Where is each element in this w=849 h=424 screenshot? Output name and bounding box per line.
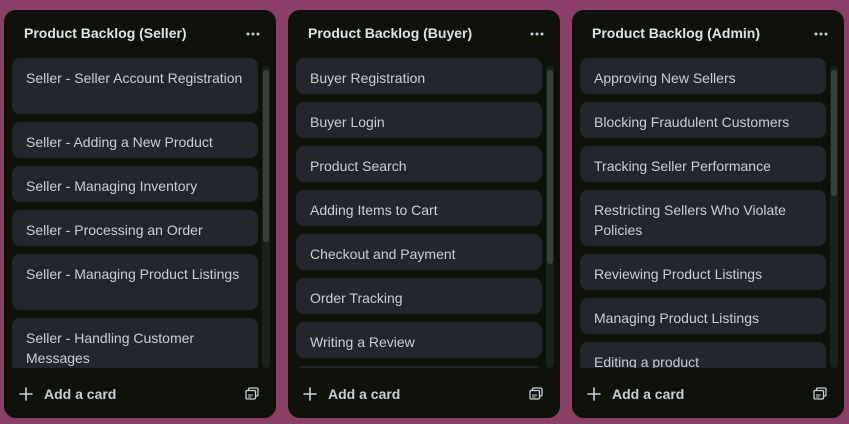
add-card-label: Add a card [328,386,401,402]
list-header: Product Backlog (Buyer) [288,10,560,58]
add-card-button[interactable]: Add a card [18,380,116,408]
card[interactable]: Product Search [296,146,542,182]
list-title[interactable]: Product Backlog (Admin) [592,25,760,41]
list-footer: Add a card [288,370,560,418]
list-title[interactable]: Product Backlog (Seller) [24,25,187,41]
card[interactable]: Restricting Sellers Who Violate Policies [580,190,826,246]
card[interactable]: Editing a product [580,342,826,368]
more-horizontal-icon[interactable] [524,22,550,46]
list-product-backlog-admin: Product Backlog (Admin) Approving New Se… [572,10,844,418]
card[interactable]: Approving New Sellers [580,58,826,94]
scrollbar-thumb[interactable] [831,70,837,196]
scrollbar[interactable] [830,66,838,368]
list-title[interactable]: Product Backlog (Buyer) [308,25,472,41]
card[interactable]: Seller - Processing an Order [12,210,258,246]
scrollbar[interactable] [546,66,554,368]
add-card-button[interactable]: Add a card [302,380,400,408]
add-card-label: Add a card [44,386,117,402]
card-template-icon[interactable] [526,384,546,404]
card[interactable]: Seller - Managing Inventory [12,166,258,202]
card-template-icon[interactable] [810,384,830,404]
cards-container: Seller - Seller Account Registration Sel… [4,58,276,368]
card-template-icon[interactable] [242,384,262,404]
card[interactable]: Blocking Fraudulent Customers [580,102,826,138]
card[interactable]: Seller - Handling Customer Messages [12,318,258,368]
card[interactable]: Checkout and Payment [296,234,542,270]
card[interactable]: Buyer Login [296,102,542,138]
list-header: Product Backlog (Seller) [4,10,276,58]
card[interactable]: Tracking Seller Performance [580,146,826,182]
scrollbar-thumb[interactable] [263,70,269,242]
more-horizontal-icon[interactable] [240,22,266,46]
cards-container: Buyer Registration Buyer Login Product S… [288,58,560,368]
scrollbar-thumb[interactable] [547,70,553,264]
card[interactable]: Seller - Adding a New Product [12,122,258,158]
card[interactable]: Adding Items to Cart [296,190,542,226]
plus-icon [587,387,601,401]
board: Product Backlog (Seller) Seller - Seller… [4,10,849,418]
add-card-button[interactable]: Add a card [586,380,684,408]
card[interactable]: Seller - Managing Product Listings [12,254,258,310]
card[interactable]: Reviewing Product Listings [580,254,826,290]
card[interactable]: Order Tracking [296,278,542,314]
card[interactable] [296,366,542,368]
card[interactable]: Seller - Seller Account Registration [12,58,258,114]
cards-container: Approving New Sellers Blocking Fraudulen… [572,58,844,368]
list-header: Product Backlog (Admin) [572,10,844,58]
plus-icon [19,387,33,401]
list-footer: Add a card [572,370,844,418]
card[interactable]: Buyer Registration [296,58,542,94]
list-footer: Add a card [4,370,276,418]
list-product-backlog-seller: Product Backlog (Seller) Seller - Seller… [4,10,276,418]
add-card-label: Add a card [612,386,685,402]
list-product-backlog-buyer: Product Backlog (Buyer) Buyer Registrati… [288,10,560,418]
scrollbar[interactable] [262,66,270,368]
more-horizontal-icon[interactable] [808,22,834,46]
card[interactable]: Writing a Review [296,322,542,358]
card[interactable]: Managing Product Listings [580,298,826,334]
plus-icon [303,387,317,401]
